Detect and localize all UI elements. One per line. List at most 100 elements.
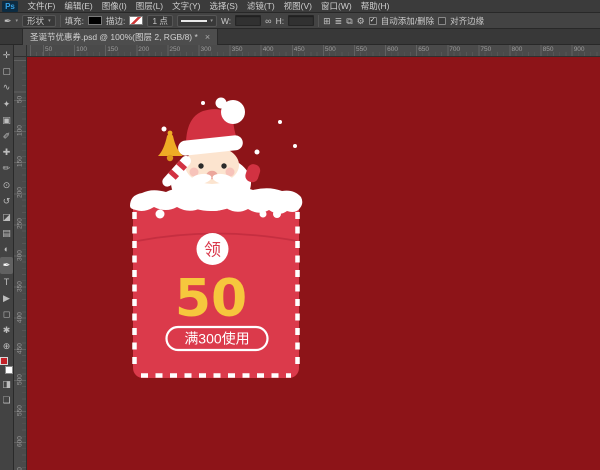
dodge-tool-icon[interactable]: ◐ (0, 241, 13, 257)
vruler-label: 300 (17, 246, 24, 264)
path-selection-tool-icon[interactable]: ▶ (0, 290, 13, 306)
menu-item-4[interactable]: 文字(Y) (168, 0, 205, 12)
quick-selection-tool-icon[interactable]: ✦ (0, 96, 13, 112)
santa-eye-right (221, 163, 226, 168)
condition-text: 满300使用 (184, 331, 249, 347)
coupon-amount: 50 (175, 269, 247, 329)
menu-item-5[interactable]: 选择(S) (205, 0, 242, 12)
menu-item-2[interactable]: 图像(I) (97, 0, 131, 12)
separator (318, 15, 319, 27)
auto-add-delete-checkbox[interactable]: ✓ (369, 17, 377, 25)
color-swatches[interactable] (0, 357, 13, 374)
stroke-style-select[interactable]: ▾ (177, 15, 217, 27)
hruler-label: 500 (325, 46, 336, 53)
gear-icon[interactable]: ⚙ (357, 14, 365, 28)
quick-mask-icon[interactable]: ◨ (0, 376, 13, 392)
align-edges-checkbox[interactable] (438, 17, 446, 25)
vruler-label: 250 (17, 215, 24, 233)
brush-tool-icon[interactable]: ✏ (0, 160, 13, 176)
tools-panel: ✛▢∿✦▣✐✚✏⊙↺◪▤◐✒T▶◻✱⊕ ◨❏ (0, 45, 14, 470)
hruler-label: 850 (543, 46, 554, 53)
path-operations-icon[interactable]: ⊞ (323, 14, 331, 28)
horizontal-ruler[interactable]: 5010015020025030035040045050055060065070… (27, 45, 600, 57)
hruler-label: 400 (263, 46, 274, 53)
vruler-label: 400 (17, 308, 24, 326)
eyedropper-tool-icon[interactable]: ✐ (0, 128, 13, 144)
menu-item-8[interactable]: 窗口(W) (317, 0, 357, 12)
claim-badge-text: 领 (204, 241, 221, 260)
canvas[interactable]: 领 50 满300使用 (27, 57, 600, 470)
shape-tool-icon[interactable]: ◻ (0, 306, 13, 322)
ruler-corner[interactable] (14, 45, 27, 57)
height-input[interactable] (288, 15, 314, 26)
healing-brush-tool-icon[interactable]: ✚ (0, 144, 13, 160)
hruler-label: 350 (232, 46, 243, 53)
claim-badge: 领 (197, 233, 229, 265)
eraser-tool-icon[interactable]: ◪ (0, 209, 13, 225)
menu-item-7[interactable]: 视图(V) (279, 0, 316, 12)
separator (60, 15, 61, 27)
close-icon[interactable]: × (205, 33, 210, 42)
menu-item-3[interactable]: 图层(L) (131, 0, 167, 12)
vertical-ruler[interactable]: 50100150200250300350400450500550600650 (14, 57, 27, 470)
auto-add-delete-label: 自动添加/删除 (381, 15, 434, 27)
hruler-label: 900 (574, 46, 585, 53)
menu-item-9[interactable]: 帮助(H) (356, 0, 394, 12)
pen-tool-preset-icon[interactable]: ✒ (4, 14, 12, 28)
christmas-coupon-artwork: 领 50 满300使用 (27, 57, 600, 470)
snow-dot (255, 150, 260, 155)
tool-mode-select[interactable]: 形状 ▾ (22, 15, 56, 27)
photoshop-logo: Ps (2, 1, 18, 12)
hruler-label: 200 (138, 46, 149, 53)
stroke-label: 描边: (106, 15, 125, 27)
snow-dot (278, 120, 282, 124)
photoshop-window: Ps 文件(F)编辑(E)图像(I)图层(L)文字(Y)选择(S)滤镜(T)视图… (0, 0, 600, 470)
tool-mode-value: 形状 (27, 15, 44, 27)
history-brush-tool-icon[interactable]: ↺ (0, 193, 13, 209)
path-arrangement-icon[interactable]: ⧉ (346, 14, 352, 28)
document-tab[interactable]: 圣诞节优惠券.psd @ 100%(图层 2, RGB/8) * × (22, 29, 218, 45)
screen-mode-icon[interactable]: ❏ (0, 392, 13, 408)
menu-item-1[interactable]: 编辑(E) (60, 0, 97, 12)
gradient-tool-icon[interactable]: ▤ (0, 225, 13, 241)
clone-stamp-tool-icon[interactable]: ⊙ (0, 177, 13, 193)
width-input[interactable] (235, 15, 261, 26)
zoom-tool-icon[interactable]: ⊕ (0, 338, 13, 354)
hruler-label: 150 (107, 46, 118, 53)
marquee-tool-icon[interactable]: ▢ (0, 63, 13, 79)
fill-label: 填充: (65, 15, 84, 27)
background-color-swatch[interactable] (5, 366, 13, 374)
vruler-label: 450 (17, 339, 24, 357)
snow-drip (273, 210, 281, 218)
hand-tool-icon[interactable]: ✱ (0, 322, 13, 338)
snow-dot (293, 144, 297, 148)
crop-tool-icon[interactable]: ▣ (0, 112, 13, 128)
link-dimensions-icon[interactable]: ∞ (265, 14, 271, 28)
preset-caret-icon[interactable]: ▾ (16, 18, 19, 24)
hruler-label: 650 (418, 46, 429, 53)
type-tool-icon[interactable]: T (0, 274, 13, 290)
santa-hat-pompom-small (216, 98, 227, 109)
lasso-tool-icon[interactable]: ∿ (0, 79, 13, 95)
document-tab-bar: 圣诞节优惠券.psd @ 100%(图层 2, RGB/8) * × (0, 29, 600, 45)
path-alignment-icon[interactable]: ≣ (335, 14, 343, 28)
vruler-label: 150 (17, 153, 24, 171)
hruler-label: 100 (76, 46, 87, 53)
fill-color-swatch[interactable] (88, 16, 102, 25)
foreground-color-swatch[interactable] (0, 357, 8, 365)
stroke-color-swatch[interactable] (129, 16, 143, 25)
hruler-label: 600 (387, 46, 398, 53)
hruler-label: 700 (449, 46, 460, 53)
width-label: W: (221, 16, 231, 26)
stroke-style-preview (181, 20, 207, 22)
snow-dot (162, 127, 167, 132)
menu-item-6[interactable]: 滤镜(T) (242, 0, 279, 12)
menu-item-0[interactable]: 文件(F) (23, 0, 60, 12)
move-tool-icon[interactable]: ✛ (0, 47, 13, 63)
vruler-label: 200 (17, 184, 24, 202)
chevron-down-icon: ▾ (210, 18, 213, 24)
menu-bar: Ps 文件(F)编辑(E)图像(I)图层(L)文字(Y)选择(S)滤镜(T)视图… (0, 0, 600, 13)
stroke-width-select[interactable]: 1 点 (147, 15, 173, 27)
tool-options-bar: ✒ ▾ 形状 ▾ 填充: 描边: 1 点 ▾ W: ∞ H: ⊞ ≣ ⧉ ⚙ ✓… (0, 13, 600, 29)
pen-tool-icon[interactable]: ✒ (0, 257, 13, 273)
